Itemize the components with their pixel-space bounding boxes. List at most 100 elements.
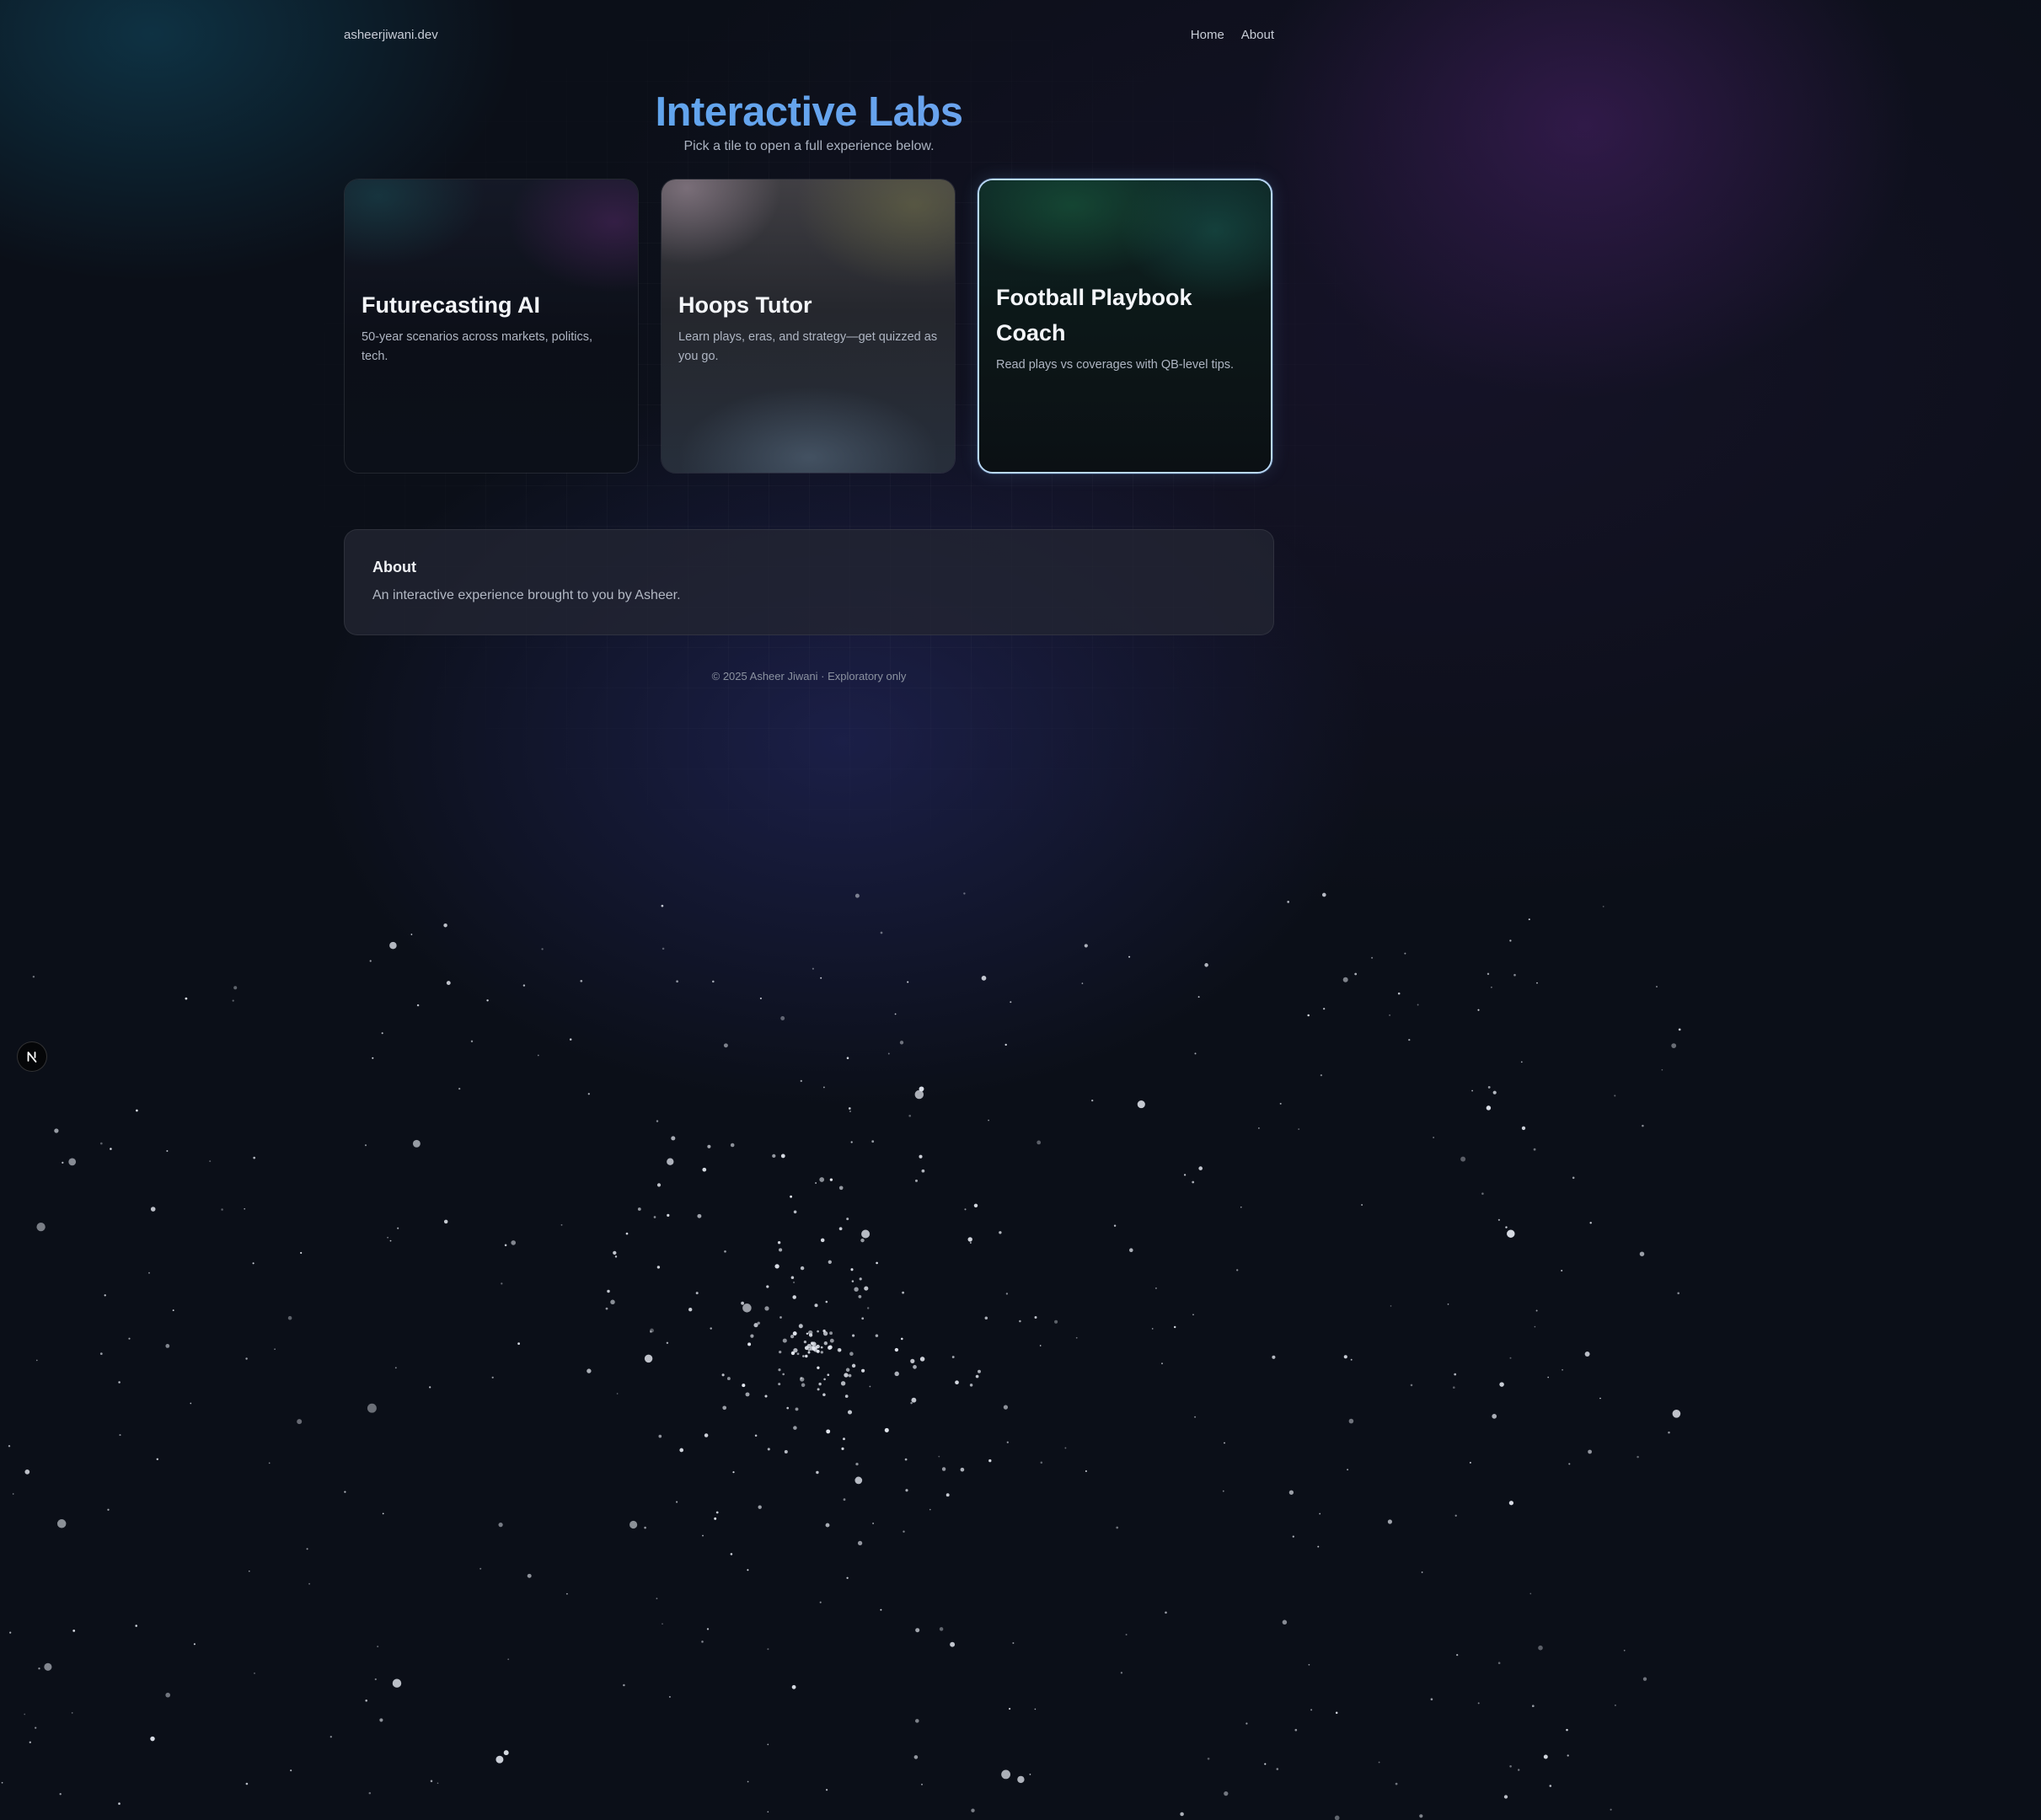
star	[209, 1160, 212, 1163]
star	[772, 1154, 776, 1159]
star	[871, 1140, 875, 1143]
site-brand-link[interactable]: asheerjiwani.dev	[344, 28, 438, 42]
star	[806, 1332, 809, 1336]
star	[790, 1195, 792, 1198]
tile-hoops-tutor[interactable]: Hoops Tutor Learn plays, eras, and strat…	[661, 179, 956, 474]
star	[1154, 1287, 1157, 1289]
star	[1487, 1086, 1491, 1089]
star	[1085, 1469, 1087, 1473]
star	[503, 1750, 509, 1756]
star	[766, 1285, 769, 1288]
star	[857, 1540, 863, 1546]
star	[1602, 906, 1604, 907]
page-title: Interactive Labs	[0, 86, 1618, 138]
star	[850, 1141, 853, 1143]
star	[29, 1741, 31, 1743]
star	[964, 1208, 967, 1211]
star	[496, 1755, 504, 1764]
star	[721, 1373, 725, 1377]
star	[12, 1493, 14, 1495]
star	[1469, 1461, 1471, 1464]
star	[880, 931, 883, 934]
star	[723, 1043, 728, 1048]
star	[859, 1277, 862, 1281]
star	[838, 1349, 842, 1352]
star	[368, 1791, 372, 1795]
star	[412, 1139, 421, 1148]
star	[1536, 982, 1538, 984]
star	[701, 1641, 704, 1643]
star	[844, 1394, 849, 1398]
footer-text: © 2025 Asheer Jiwani · Exploratory only	[711, 670, 907, 682]
star	[1034, 1316, 1037, 1319]
star	[730, 1553, 733, 1555]
star	[1421, 1571, 1423, 1573]
star	[732, 1471, 735, 1474]
star	[1151, 1328, 1154, 1330]
star	[793, 1281, 796, 1284]
star	[1477, 1702, 1480, 1705]
star	[1671, 1043, 1677, 1048]
star	[984, 1316, 988, 1320]
star	[118, 1381, 121, 1384]
star	[119, 1434, 121, 1437]
star	[443, 1219, 448, 1224]
star	[565, 1592, 568, 1595]
star	[329, 1736, 332, 1738]
star	[778, 1368, 781, 1372]
star	[784, 1450, 788, 1453]
tile-futurecasting-ai[interactable]: Futurecasting AI 50-year scenarios acros…	[344, 179, 639, 474]
star	[724, 1250, 726, 1253]
star	[667, 1213, 670, 1217]
star	[850, 1268, 854, 1271]
nav-link-about[interactable]: About	[1241, 28, 1274, 42]
star	[1192, 1314, 1194, 1316]
star	[1354, 972, 1358, 976]
star	[1513, 973, 1516, 977]
star	[1323, 1008, 1326, 1010]
star	[1288, 1490, 1294, 1495]
star	[498, 1522, 503, 1528]
star	[697, 1213, 702, 1218]
star	[782, 1338, 787, 1343]
star	[1535, 1309, 1538, 1312]
star	[1008, 1707, 1011, 1710]
star	[851, 1280, 854, 1282]
star	[814, 1303, 818, 1308]
star	[767, 1648, 769, 1651]
tile-description: 50-year scenarios across markets, politi…	[362, 330, 592, 363]
star	[1, 1781, 3, 1784]
star	[610, 1299, 615, 1305]
star	[800, 1266, 805, 1271]
page: asheerjiwani.dev Home About Interactive …	[0, 0, 2041, 1820]
star	[1307, 1014, 1310, 1017]
star	[1487, 972, 1490, 976]
star	[841, 1447, 844, 1450]
star	[1224, 1442, 1225, 1444]
nav-link-home[interactable]: Home	[1191, 28, 1224, 42]
star	[1282, 1619, 1288, 1625]
star	[148, 1271, 150, 1274]
star	[527, 1573, 532, 1578]
star	[491, 1376, 494, 1378]
star	[429, 1386, 431, 1389]
star	[1361, 1204, 1363, 1206]
star	[747, 1780, 749, 1783]
star	[1454, 1373, 1457, 1376]
star	[774, 1264, 779, 1269]
star	[921, 1169, 925, 1173]
star	[722, 1405, 727, 1410]
star	[32, 975, 35, 978]
star	[1236, 1269, 1239, 1271]
star	[297, 1419, 303, 1425]
star	[1378, 1761, 1380, 1764]
nextjs-dev-badge[interactable]	[17, 1041, 47, 1072]
star	[9, 1631, 12, 1634]
star	[1343, 1355, 1347, 1359]
star	[410, 934, 413, 935]
star	[919, 1154, 923, 1159]
tile-football-playbook-coach[interactable]: Football Playbook Coach Read plays vs co…	[978, 179, 1272, 474]
star	[1520, 1061, 1523, 1063]
star	[826, 1429, 831, 1434]
star	[707, 1144, 711, 1148]
